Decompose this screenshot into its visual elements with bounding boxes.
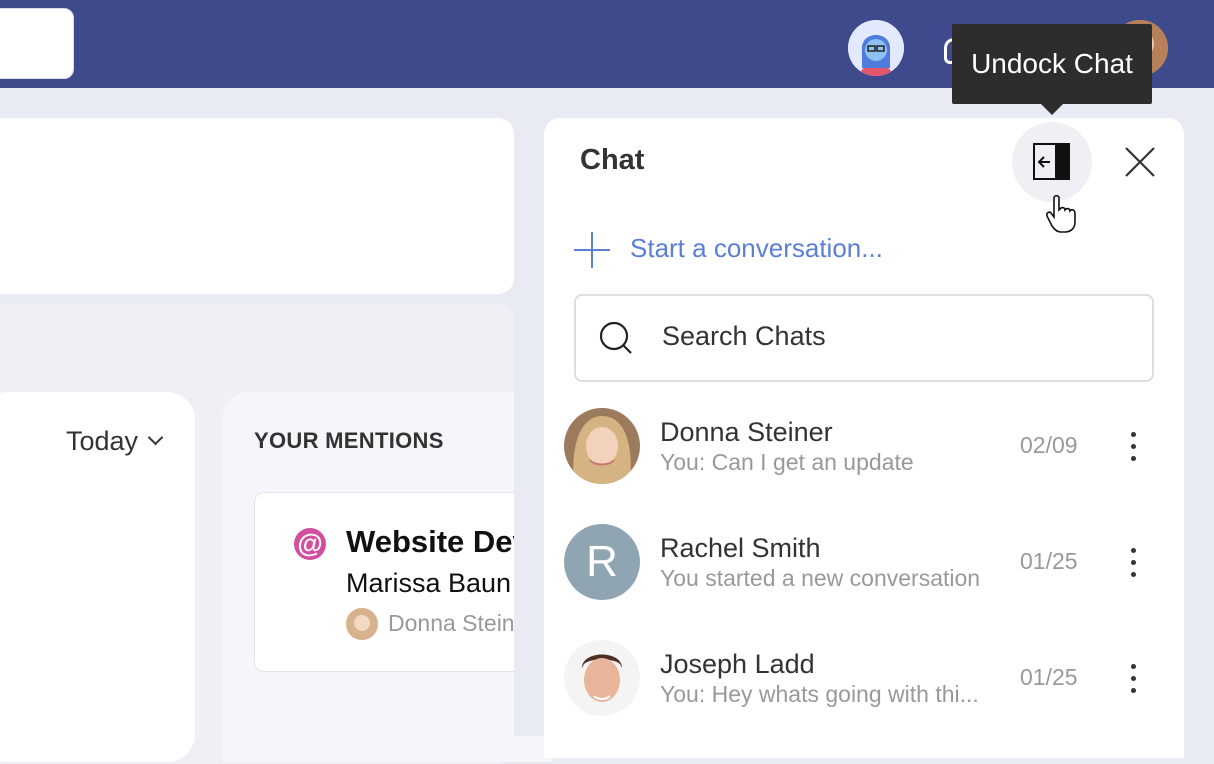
- today-filter-dropdown[interactable]: Today: [66, 426, 138, 457]
- chat-list-item[interactable]: [544, 620, 1184, 736]
- search-chats-placeholder: Search Chats: [662, 321, 826, 351]
- start-conversation-link[interactable]: Start a conversation...: [630, 233, 883, 264]
- message-date: 01/25: [1020, 548, 1078, 574]
- more-options-icon[interactable]: [1130, 664, 1138, 696]
- contact-name: Donna Steiner: [660, 417, 833, 447]
- tooltip-arrow: [1040, 103, 1064, 115]
- contact-name: Joseph Ladd: [660, 649, 815, 679]
- hand-cursor-icon: [1046, 194, 1076, 233]
- mention-title[interactable]: Website Dev: [346, 524, 530, 560]
- assistant-avatar[interactable]: [848, 20, 904, 76]
- dashboard-card-top: [0, 118, 514, 294]
- message-preview: You started a new conversation: [660, 565, 981, 591]
- search-chats-input[interactable]: [574, 294, 1154, 382]
- global-search-field[interactable]: [0, 8, 74, 79]
- undock-icon: [1033, 143, 1070, 180]
- contact-name: Rachel Smith: [660, 533, 821, 563]
- close-chat-button[interactable]: [1120, 142, 1160, 182]
- chat-list-item[interactable]: [544, 504, 1184, 620]
- more-options-icon[interactable]: [1130, 432, 1138, 464]
- panel-gap: [514, 300, 544, 736]
- mention-subtitle: Marissa Baun: [346, 568, 512, 598]
- chat-panel-title: Chat: [580, 144, 645, 176]
- message-date: 02/09: [1020, 432, 1078, 458]
- contact-avatar: [564, 640, 640, 716]
- undock-chat-button[interactable]: [1012, 122, 1092, 202]
- message-date: 01/25: [1020, 664, 1078, 690]
- search-icon: [599, 321, 632, 354]
- contact-avatar: [564, 408, 640, 484]
- message-preview: You: Can I get an update: [660, 449, 914, 475]
- undock-chat-tooltip: Undock Chat: [952, 24, 1152, 104]
- mentions-heading: YOUR MENTIONS: [254, 428, 444, 453]
- message-preview: You: Hey whats going with thi...: [660, 681, 979, 707]
- plus-icon[interactable]: [572, 230, 612, 270]
- mention-author-name: Donna Stein: [388, 610, 515, 636]
- mention-author-avatar: [346, 608, 378, 640]
- at-mention-icon: @: [294, 528, 326, 560]
- contact-avatar: R: [564, 524, 640, 600]
- close-icon: [1125, 147, 1155, 177]
- chat-list-item[interactable]: [544, 388, 1184, 504]
- more-options-icon[interactable]: [1130, 548, 1138, 580]
